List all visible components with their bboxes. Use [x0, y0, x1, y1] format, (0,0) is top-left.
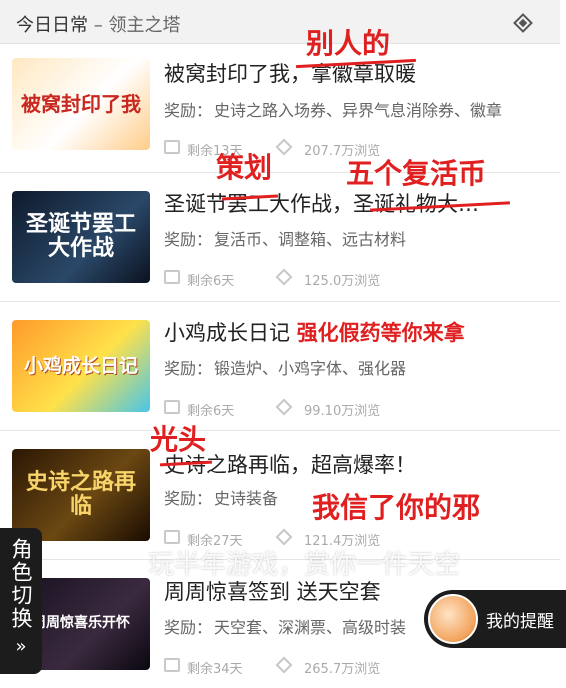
view-count: 265.7万浏览	[304, 662, 381, 677]
thumbnail-label: 周周惊喜乐开怀	[32, 615, 130, 632]
calendar-icon	[164, 530, 180, 544]
reward-label: 奖励：	[164, 101, 213, 120]
annotation-text: 我信了你的邪	[312, 491, 481, 524]
calendar-icon	[164, 140, 180, 154]
annotation-text: 光头	[150, 423, 207, 456]
thumbnail-label: 小鸡成长日记	[23, 354, 138, 377]
calendar-icon	[164, 400, 180, 414]
calendar-icon	[164, 270, 180, 284]
view-count-icon	[275, 656, 293, 674]
event-thumbnail: 圣诞节罢工大作战	[12, 191, 150, 283]
reward-label: 奖励：	[164, 618, 213, 637]
annotation-text: 策划	[216, 151, 273, 184]
role-switch-label: 角色切换	[9, 538, 33, 630]
reward-label: 奖励：	[164, 230, 213, 249]
view-count-icon	[275, 138, 293, 156]
reward-list: 史诗装备	[214, 489, 279, 508]
event-list-item[interactable]: 小鸡成长日记 小鸡成长日记 强化假药等你来拿 奖励： 锻造炉、小鸡字体、强化器 …	[0, 302, 560, 431]
event-thumbnail: 被窝封印了我	[12, 58, 150, 150]
view-count-icon	[275, 398, 293, 416]
days-remaining: 剩余6天	[187, 404, 235, 419]
thumbnail-label: 被窝封印了我	[21, 92, 141, 116]
annotation-text: 强化假药等你来拿	[296, 321, 465, 345]
view-count: 99.10万浏览	[304, 404, 381, 419]
my-reminders-button[interactable]: 我的提醒	[424, 590, 566, 648]
watermark-text: 玩半年游戏，赏你一件天空	[148, 550, 461, 580]
reminder-label: 我的提醒	[486, 612, 554, 632]
header-title-main: 今日日常	[16, 15, 88, 36]
view-count-icon	[275, 268, 293, 286]
page-header: 今日日常 – 领主之塔	[0, 0, 560, 44]
annotation-text: 五个复活币	[346, 157, 487, 190]
header-separator: –	[93, 15, 109, 36]
event-title: 圣诞节罢工大作战，圣诞礼物大…	[164, 192, 479, 216]
reward-label: 奖励：	[164, 489, 213, 508]
reward-list: 史诗之路入场券、异界气息消除券、徽章	[214, 101, 503, 120]
calendar-icon	[164, 658, 180, 672]
annotation-text: 别人的	[306, 27, 391, 60]
view-count: 125.0万浏览	[304, 274, 381, 289]
thumbnail-label: 圣诞节罢工大作战	[25, 211, 136, 261]
role-switch-tab[interactable]: 角色切换 »	[0, 528, 42, 674]
event-title-text: 小鸡成长日记	[164, 321, 290, 345]
days-remaining: 剩余34天	[187, 662, 243, 677]
event-title: 小鸡成长日记 强化假药等你来拿	[164, 317, 465, 347]
header-title: 今日日常 – 领主之塔	[16, 11, 180, 37]
reward-list: 天空套、深渊票、高级时装	[214, 618, 407, 637]
diamond-menu-icon[interactable]	[513, 13, 533, 33]
reward-list: 锻造炉、小鸡字体、强化器	[214, 359, 407, 378]
double-chevron-icon: »	[15, 636, 27, 657]
reward-list: 复活币、调整箱、远古材料	[214, 230, 407, 249]
avatar	[428, 594, 478, 644]
view-count-icon	[275, 528, 293, 546]
days-remaining: 剩余6天	[187, 274, 235, 289]
thumbnail-label: 史诗之路再临	[25, 469, 136, 519]
event-thumbnail: 小鸡成长日记	[12, 320, 150, 412]
header-subtitle: 领主之塔	[108, 15, 181, 36]
event-list-item[interactable]: 圣诞节罢工大作战 圣诞节罢工大作战，圣诞礼物大… 奖励： 复活币、调整箱、远古材…	[0, 173, 560, 302]
reward-label: 奖励：	[164, 359, 213, 378]
